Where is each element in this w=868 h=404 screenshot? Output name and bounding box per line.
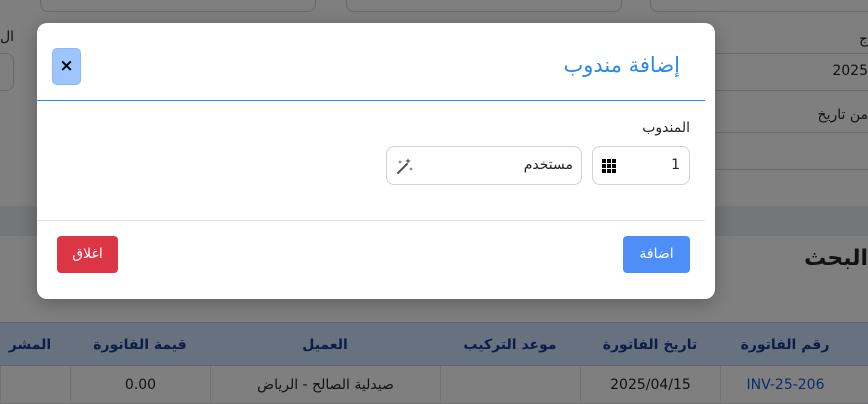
representative-code-value: 1 bbox=[671, 157, 680, 173]
representative-label: المندوب bbox=[642, 120, 690, 136]
modal-footer-divider bbox=[37, 220, 705, 221]
grid-icon[interactable] bbox=[602, 159, 616, 173]
add-representative-modal: إضافة مندوب × المندوب 1 مستخدم اضافة اغل… bbox=[37, 23, 715, 299]
user-placeholder-text: مستخدم bbox=[523, 157, 573, 173]
close-button[interactable]: اغلاق bbox=[57, 236, 118, 273]
modal-title: إضافة مندوب bbox=[563, 53, 680, 77]
magic-wand-icon[interactable] bbox=[396, 157, 414, 175]
add-button[interactable]: اضافة bbox=[623, 236, 690, 273]
modal-header: إضافة مندوب × bbox=[37, 23, 705, 101]
close-icon[interactable]: × bbox=[52, 48, 81, 85]
representative-code-input[interactable]: 1 bbox=[592, 146, 690, 185]
representative-user-input[interactable]: مستخدم bbox=[386, 146, 582, 185]
